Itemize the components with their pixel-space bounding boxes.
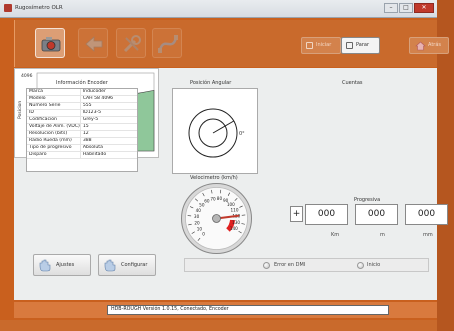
info-row: Numero Serie 555 bbox=[27, 102, 137, 110]
configurar-label: Configurar bbox=[121, 262, 148, 268]
angular-position-title: Posición Angular bbox=[190, 80, 232, 86]
camera-button[interactable] bbox=[35, 28, 65, 58]
configurar-button[interactable]: Configurar bbox=[98, 254, 156, 276]
angular-position-dial: 0° bbox=[188, 108, 245, 158]
error-dmi-led bbox=[263, 262, 270, 269]
angular-position-panel: 0° bbox=[172, 88, 258, 174]
y-axis-label: Posicion bbox=[17, 101, 23, 119]
cable-button[interactable] bbox=[152, 28, 182, 58]
info-value: 555 bbox=[80, 102, 137, 110]
y-max-label: 4096 bbox=[21, 73, 33, 79]
gauge-tick-label: 40 bbox=[196, 208, 202, 213]
info-value: Grey-5 bbox=[80, 116, 137, 124]
iniciar-button[interactable]: Iniciar bbox=[301, 37, 341, 54]
cuentas-title: Cuentas bbox=[342, 80, 363, 86]
cable-icon bbox=[158, 35, 178, 53]
error-dmi-label: Error en DMI bbox=[274, 262, 306, 268]
title-bar: Rugosímetro OLR – □ ✕ bbox=[0, 0, 437, 18]
info-row: Modelo CAH 58 4096 bbox=[27, 95, 137, 103]
status-indicators: Error en DMI Inicio bbox=[184, 258, 429, 272]
window-bottom-edge bbox=[0, 320, 437, 331]
info-value: 15 bbox=[80, 123, 137, 131]
status-text: HDB-ROUGH Versión 1.0.15, Conectado, Enc… bbox=[107, 305, 389, 315]
gauge-tick-label: 110 bbox=[231, 207, 239, 212]
app-icon bbox=[4, 4, 12, 12]
checkbox-icon bbox=[346, 42, 353, 49]
camera-icon bbox=[41, 37, 61, 52]
hand-icon bbox=[39, 259, 51, 272]
progresiva-km-field[interactable]: 000 bbox=[305, 204, 348, 225]
info-key: Modelo bbox=[27, 95, 81, 103]
info-value: Absoluta bbox=[80, 144, 137, 152]
inicio-label: Inicio bbox=[367, 262, 381, 268]
arrow-icon bbox=[85, 36, 103, 52]
info-row: Resolucion (bits) 12 bbox=[27, 130, 137, 138]
info-value: 388 bbox=[80, 137, 137, 145]
toolbar: Iniciar Parar Atrás bbox=[14, 20, 449, 67]
status-bar: HDB-ROUGH Versión 1.0.15, Conectado, Enc… bbox=[14, 302, 437, 318]
gauge-tick-label: 130 bbox=[232, 220, 240, 225]
parar-button[interactable]: Parar bbox=[341, 37, 380, 54]
minimize-button[interactable]: – bbox=[384, 3, 398, 13]
iniciar-label: Iniciar bbox=[316, 42, 332, 48]
progresiva-sign[interactable]: + bbox=[290, 206, 303, 222]
unit-km-label: Km bbox=[331, 232, 340, 238]
info-row: Radio Rueda (mm) 388 bbox=[27, 137, 137, 145]
tools-button[interactable] bbox=[116, 28, 146, 58]
home-icon bbox=[415, 41, 426, 51]
speedometer-gauge: 0102030405060708090100110120130140 bbox=[180, 182, 253, 255]
gauge-tick-label: 80 bbox=[217, 196, 223, 201]
progresiva-mm-field[interactable]: 000 bbox=[405, 204, 448, 225]
info-key: Voltaje de Alim. (VDC) bbox=[27, 123, 81, 131]
maximize-button[interactable]: □ bbox=[399, 3, 413, 13]
info-key: Disparo bbox=[27, 151, 81, 159]
main-panel: Información Encoder Marca Inducoder Modelo… bbox=[14, 68, 448, 300]
tools-icon bbox=[123, 35, 141, 53]
ajustes-button[interactable]: Ajustes bbox=[33, 254, 91, 276]
atras-label: Atrás bbox=[428, 42, 442, 48]
unit-m-label: m bbox=[380, 232, 385, 238]
info-value: 12 bbox=[80, 130, 137, 138]
angular-needle bbox=[212, 120, 235, 134]
atras-button[interactable]: Atrás bbox=[409, 37, 449, 54]
gauge-tick-label: 30 bbox=[194, 214, 200, 219]
gauge-tick-label: 140 bbox=[230, 226, 238, 231]
info-key: ID bbox=[27, 109, 81, 117]
gauge-hub bbox=[212, 214, 221, 223]
info-value: CAH 58 4096 bbox=[80, 95, 137, 103]
info-key: Numero Serie bbox=[27, 102, 81, 110]
info-key: Tipo de progresivo bbox=[27, 144, 81, 152]
info-row: Disparo Habilitado bbox=[27, 151, 137, 159]
arrow-button[interactable] bbox=[78, 28, 108, 58]
info-row: Codificacion Grey-5 bbox=[27, 116, 137, 124]
info-row: Tipo de progresivo Absoluta bbox=[27, 144, 137, 152]
gauge-tick-label: 100 bbox=[227, 202, 235, 207]
velocimetro-title: Velocimetro (km/h) bbox=[190, 175, 238, 181]
zero-degree-label: 0° bbox=[239, 131, 245, 137]
info-value: ID123-5 bbox=[80, 109, 137, 117]
info-row: ID ID123-5 bbox=[27, 109, 137, 117]
unit-mm-label: mm bbox=[423, 232, 433, 238]
window-title: Rugosímetro OLR bbox=[15, 5, 63, 11]
checkbox-icon bbox=[306, 42, 313, 49]
gauge-tick-label: 70 bbox=[210, 196, 216, 201]
info-row: Voltaje de Alim. (VDC) 15 bbox=[27, 123, 137, 131]
info-key: Resolucion (bits) bbox=[27, 130, 81, 138]
gauge-tick-label: 0 bbox=[202, 231, 205, 236]
gauge-tick-label: 10 bbox=[197, 226, 203, 231]
parar-label: Parar bbox=[356, 42, 370, 48]
close-button[interactable]: ✕ bbox=[414, 3, 434, 13]
info-value: Habilitado bbox=[80, 151, 137, 159]
info-key: Radio Rueda (mm) bbox=[27, 137, 81, 145]
info-key: Codificacion bbox=[27, 116, 81, 124]
ajustes-label: Ajustes bbox=[56, 262, 75, 268]
inicio-led bbox=[357, 262, 364, 269]
progresiva-m-field[interactable]: 000 bbox=[355, 204, 398, 225]
encoder-info-table: Marca Inducoder Modelo CAH 58 4096 Numero Se… bbox=[26, 88, 138, 172]
hand-icon bbox=[104, 259, 116, 272]
progresiva-title: Progresiva bbox=[354, 197, 381, 203]
gauge-tick-label: 60 bbox=[204, 198, 210, 203]
gauge-tick-label: 20 bbox=[194, 220, 200, 225]
info-encoder-title: Información Encoder bbox=[56, 80, 108, 86]
